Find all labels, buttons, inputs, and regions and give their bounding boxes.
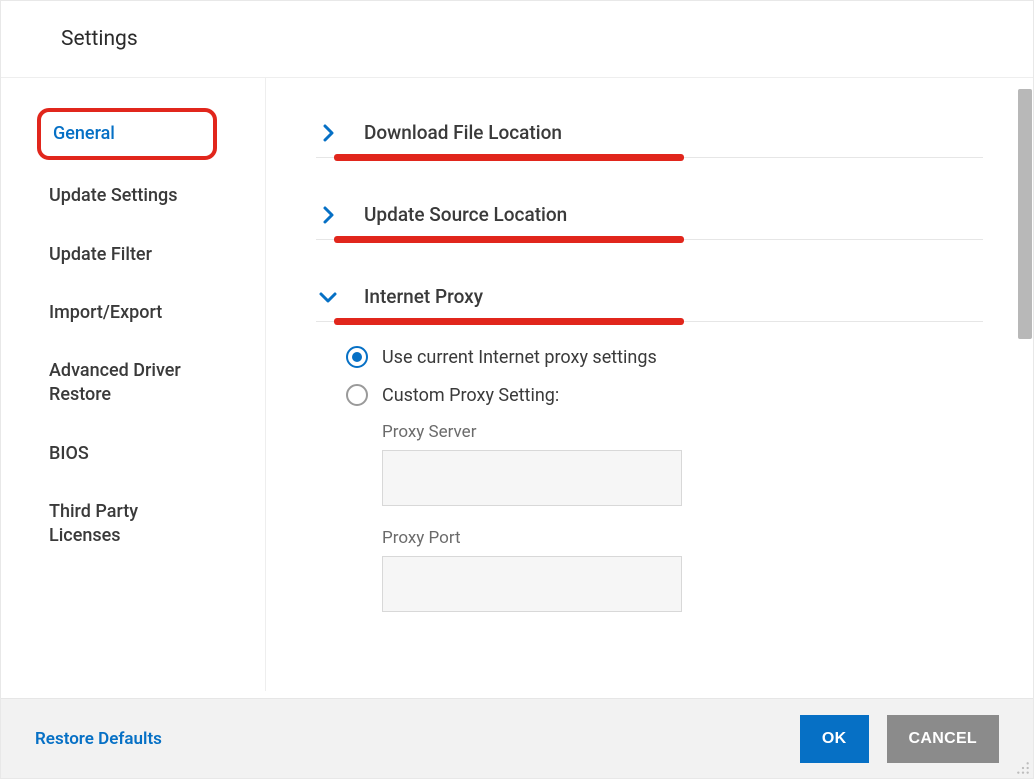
radio-label: Custom Proxy Setting: xyxy=(382,385,559,406)
sidebar-item-advanced-driver-restore[interactable]: Advanced Driver Restore xyxy=(37,349,217,418)
vertical-scrollbar[interactable] xyxy=(1018,89,1032,339)
restore-defaults-link[interactable]: Restore Defaults xyxy=(35,729,162,749)
highlight-underline xyxy=(334,236,684,243)
radio-icon xyxy=(346,384,368,406)
proxy-fields: Proxy Server Proxy Port xyxy=(346,422,983,634)
sidebar-item-general[interactable]: General xyxy=(37,108,217,160)
section-update-source-location[interactable]: Update Source Location xyxy=(316,190,983,240)
proxy-server-input[interactable] xyxy=(382,450,682,506)
body: General Update Settings Update Filter Im… xyxy=(1,78,1033,691)
sidebar-item-bios[interactable]: BIOS xyxy=(37,432,217,476)
chevron-right-icon xyxy=(316,121,340,145)
dialog-header: Settings xyxy=(1,1,1033,78)
radio-label: Use current Internet proxy settings xyxy=(382,347,657,368)
dialog-footer: Restore Defaults OK CANCEL xyxy=(1,698,1033,778)
chevron-down-icon xyxy=(316,285,340,309)
proxy-options: Use current Internet proxy settings Cust… xyxy=(316,346,983,634)
settings-main: Download File Location Update Source Loc… xyxy=(266,78,1033,691)
proxy-server-label: Proxy Server xyxy=(382,422,983,442)
sidebar-item-update-filter[interactable]: Update Filter xyxy=(37,233,217,277)
sidebar-item-third-party-licenses[interactable]: Third Party Licenses xyxy=(37,490,217,559)
resize-grip-icon[interactable] xyxy=(1016,761,1030,775)
section-download-file-location[interactable]: Download File Location xyxy=(316,108,983,158)
sidebar-item-update-settings[interactable]: Update Settings xyxy=(37,174,217,218)
footer-buttons: OK CANCEL xyxy=(800,715,999,763)
sidebar-item-import-export[interactable]: Import/Export xyxy=(37,291,217,335)
section-label: Internet Proxy xyxy=(364,285,483,308)
radio-use-current-proxy[interactable]: Use current Internet proxy settings xyxy=(346,346,983,368)
radio-custom-proxy[interactable]: Custom Proxy Setting: xyxy=(346,384,983,406)
section-label: Update Source Location xyxy=(364,203,567,226)
settings-sidebar: General Update Settings Update Filter Im… xyxy=(1,78,266,691)
proxy-port-label: Proxy Port xyxy=(382,528,983,548)
proxy-port-input[interactable] xyxy=(382,556,682,612)
ok-button[interactable]: OK xyxy=(800,715,869,763)
chevron-right-icon xyxy=(316,203,340,227)
section-internet-proxy[interactable]: Internet Proxy xyxy=(316,272,983,322)
highlight-underline xyxy=(334,318,684,325)
page-title: Settings xyxy=(61,27,1033,51)
cancel-button[interactable]: CANCEL xyxy=(887,715,999,763)
section-label: Download File Location xyxy=(364,121,562,144)
radio-icon xyxy=(346,346,368,368)
highlight-underline xyxy=(334,154,684,161)
